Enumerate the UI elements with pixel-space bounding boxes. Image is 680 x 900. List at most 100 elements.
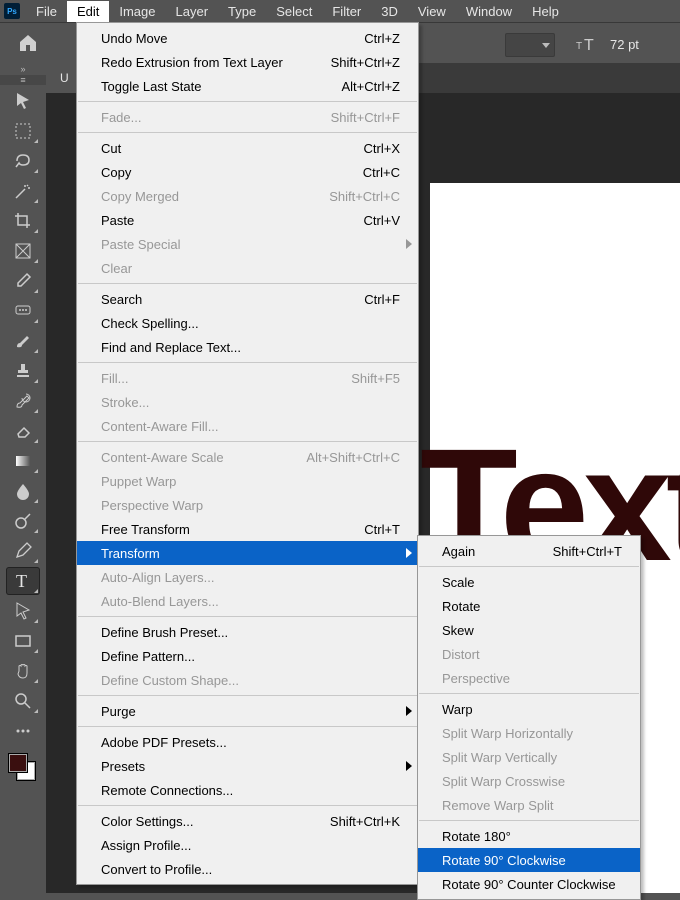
menu-layer[interactable]: Layer <box>166 1 219 22</box>
menu-item-label: Rotate 90° Counter Clockwise <box>442 877 622 892</box>
tool-magic-wand[interactable] <box>6 177 40 205</box>
edit-item-free-transform[interactable]: Free TransformCtrl+T <box>77 517 418 541</box>
tool-type[interactable]: T <box>6 567 40 595</box>
panel-expander[interactable]: » <box>0 63 46 75</box>
tool-zoom[interactable] <box>6 687 40 715</box>
edit-item-content-aware-fill: Content-Aware Fill... <box>77 414 418 438</box>
menu-item-label: Search <box>101 292 334 307</box>
menu-item-label: Auto-Align Layers... <box>101 570 400 585</box>
transform-item-again[interactable]: AgainShift+Ctrl+T <box>418 539 640 563</box>
menu-item-label: Copy <box>101 165 333 180</box>
path-select-icon <box>13 601 33 621</box>
menu-3d[interactable]: 3D <box>371 1 408 22</box>
brush-icon <box>13 331 33 351</box>
tool-frame[interactable] <box>6 237 40 265</box>
tool-hand[interactable] <box>6 657 40 685</box>
foreground-color-swatch[interactable] <box>8 753 28 773</box>
menu-item-label: Perspective <box>442 671 622 686</box>
tool-history-brush[interactable] <box>6 387 40 415</box>
edit-item-puppet-warp: Puppet Warp <box>77 469 418 493</box>
menu-item-label: Paste Special <box>101 237 400 252</box>
transform-item-warp[interactable]: Warp <box>418 697 640 721</box>
tool-dodge[interactable] <box>6 507 40 535</box>
edit-item-remote-connections[interactable]: Remote Connections... <box>77 778 418 802</box>
tool-marquee[interactable] <box>6 117 40 145</box>
options-dropdown[interactable] <box>505 33 555 57</box>
lasso-icon <box>13 151 33 171</box>
tool-brush[interactable] <box>6 327 40 355</box>
chevron-down-icon <box>542 43 550 48</box>
edit-item-check-spelling[interactable]: Check Spelling... <box>77 311 418 335</box>
menu-item-label: Distort <box>442 647 622 662</box>
tool-pen[interactable] <box>6 537 40 565</box>
menu-select[interactable]: Select <box>266 1 322 22</box>
hand-icon <box>13 661 33 681</box>
menu-item-label: Cut <box>101 141 334 156</box>
edit-item-content-aware-scale: Content-Aware ScaleAlt+Shift+Ctrl+C <box>77 445 418 469</box>
tool-healing[interactable] <box>6 297 40 325</box>
menu-item-label: Rotate 180° <box>442 829 622 844</box>
edit-item-presets[interactable]: Presets <box>77 754 418 778</box>
edit-item-assign-profile[interactable]: Assign Profile... <box>77 833 418 857</box>
tool-eraser[interactable] <box>6 417 40 445</box>
edit-item-purge[interactable]: Purge <box>77 699 418 723</box>
edit-item-paste[interactable]: PasteCtrl+V <box>77 208 418 232</box>
transform-item-split-warp-vertically: Split Warp Vertically <box>418 745 640 769</box>
tool-lasso[interactable] <box>6 147 40 175</box>
menu-item-label: Define Brush Preset... <box>101 625 400 640</box>
font-size-field[interactable]: 72 pt <box>610 33 639 55</box>
transform-item-distort: Distort <box>418 642 640 666</box>
tool-crop[interactable] <box>6 207 40 235</box>
eyedropper-icon <box>13 271 33 291</box>
menu-view[interactable]: View <box>408 1 456 22</box>
panel-grip[interactable]: ≡ <box>0 75 46 85</box>
menu-item-label: Auto-Blend Layers... <box>101 594 400 609</box>
home-button[interactable] <box>14 29 42 57</box>
edit-item-adobe-pdf-presets[interactable]: Adobe PDF Presets... <box>77 730 418 754</box>
edit-item-transform[interactable]: Transform <box>77 541 418 565</box>
transform-item-scale[interactable]: Scale <box>418 570 640 594</box>
marquee-icon <box>13 121 33 141</box>
edit-item-toggle-last-state[interactable]: Toggle Last StateAlt+Ctrl+Z <box>77 74 418 98</box>
edit-item-search[interactable]: SearchCtrl+F <box>77 287 418 311</box>
tool-path-select[interactable] <box>6 597 40 625</box>
menu-window[interactable]: Window <box>456 1 522 22</box>
svg-text:T: T <box>16 571 27 591</box>
edit-item-define-pattern[interactable]: Define Pattern... <box>77 644 418 668</box>
menu-item-label: Presets <box>101 759 400 774</box>
menu-item-label: Remove Warp Split <box>442 798 622 813</box>
transform-item-rotate-90-counter-clockwise[interactable]: Rotate 90° Counter Clockwise <box>418 872 640 896</box>
menu-help[interactable]: Help <box>522 1 569 22</box>
tool-eyedropper[interactable] <box>6 267 40 295</box>
edit-item-cut[interactable]: CutCtrl+X <box>77 136 418 160</box>
menu-filter[interactable]: Filter <box>322 1 371 22</box>
tool-ellipsis[interactable] <box>6 717 40 745</box>
transform-item-skew[interactable]: Skew <box>418 618 640 642</box>
tool-blur[interactable] <box>6 477 40 505</box>
edit-item-stroke: Stroke... <box>77 390 418 414</box>
edit-item-copy[interactable]: CopyCtrl+C <box>77 160 418 184</box>
healing-icon <box>13 301 33 321</box>
edit-item-find-and-replace-text[interactable]: Find and Replace Text... <box>77 335 418 359</box>
color-swatches[interactable] <box>8 753 34 779</box>
frame-icon <box>13 241 33 261</box>
tool-move[interactable] <box>6 87 40 115</box>
menu-image[interactable]: Image <box>109 1 165 22</box>
edit-item-redo-extrusion-from-text-layer[interactable]: Redo Extrusion from Text LayerShift+Ctrl… <box>77 50 418 74</box>
svg-text:T: T <box>576 41 582 52</box>
edit-item-define-brush-preset[interactable]: Define Brush Preset... <box>77 620 418 644</box>
menu-edit[interactable]: Edit <box>67 1 109 22</box>
tool-rectangle[interactable] <box>6 627 40 655</box>
edit-item-convert-to-profile[interactable]: Convert to Profile... <box>77 857 418 881</box>
edit-item-color-settings[interactable]: Color Settings...Shift+Ctrl+K <box>77 809 418 833</box>
edit-item-undo-move[interactable]: Undo MoveCtrl+Z <box>77 26 418 50</box>
app-logo: Ps <box>4 3 20 19</box>
tool-stamp[interactable] <box>6 357 40 385</box>
transform-item-rotate[interactable]: Rotate <box>418 594 640 618</box>
transform-item-rotate-90-clockwise[interactable]: Rotate 90° Clockwise <box>418 848 640 872</box>
tool-gradient[interactable] <box>6 447 40 475</box>
menu-file[interactable]: File <box>26 1 67 22</box>
transform-item-rotate-180[interactable]: Rotate 180° <box>418 824 640 848</box>
menu-item-label: Puppet Warp <box>101 474 400 489</box>
menu-type[interactable]: Type <box>218 1 266 22</box>
